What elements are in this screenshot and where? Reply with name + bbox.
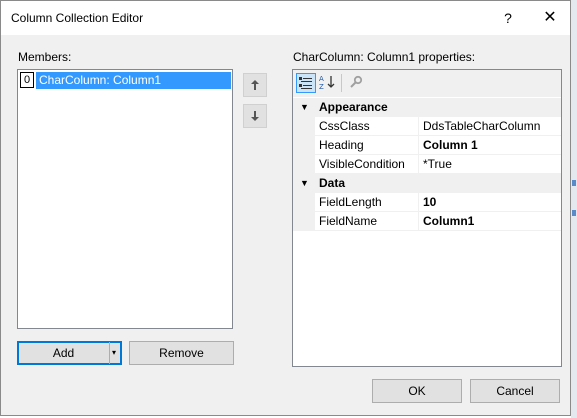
- row-gutter: [293, 117, 315, 136]
- property-row-visiblecondition[interactable]: VisibleCondition *True: [293, 155, 561, 174]
- collapse-icon[interactable]: ▼: [300, 174, 309, 193]
- property-name: FieldLength: [315, 193, 419, 212]
- add-dropdown-button[interactable]: ▾: [109, 342, 122, 364]
- property-name: FieldName: [315, 212, 419, 231]
- categorized-icon: [299, 77, 312, 89]
- toolbar-separator: [341, 74, 342, 92]
- svg-text:Z: Z: [319, 83, 324, 91]
- help-button[interactable]: ?: [491, 1, 525, 35]
- cancel-button[interactable]: Cancel: [470, 379, 560, 403]
- members-list[interactable]: 0 CharColumn: Column1: [17, 69, 233, 329]
- arrow-up-icon: [251, 80, 259, 90]
- property-value[interactable]: DdsTableCharColumn: [419, 117, 561, 136]
- property-value[interactable]: Column 1: [419, 136, 561, 155]
- member-index: 0: [20, 72, 34, 88]
- members-label: Members:: [18, 50, 72, 64]
- column-collection-editor-dialog: Column Collection Editor ? ✕ Members: 0 …: [0, 0, 571, 416]
- category-name: Appearance: [319, 100, 388, 114]
- property-value[interactable]: Column1: [419, 212, 561, 231]
- property-row-fieldlength[interactable]: FieldLength 10: [293, 193, 561, 212]
- property-grid-toolbar: A Z: [293, 70, 561, 97]
- category-row-appearance[interactable]: ▼ Appearance: [293, 98, 561, 117]
- property-pages-button[interactable]: [347, 73, 367, 93]
- property-row-cssclass[interactable]: CssClass DdsTableCharColumn: [293, 117, 561, 136]
- alphabetical-button[interactable]: A Z: [318, 73, 338, 93]
- categorized-button[interactable]: [296, 73, 316, 93]
- background-mark: [572, 210, 576, 216]
- row-gutter: [293, 212, 315, 231]
- property-grid[interactable]: A Z ▼ Appearance CssClass DdsTableCharCo…: [292, 69, 562, 367]
- add-button[interactable]: Add ▾: [17, 341, 122, 365]
- add-button-label[interactable]: Add: [18, 342, 109, 364]
- property-name: Heading: [315, 136, 419, 155]
- property-name: CssClass: [315, 117, 419, 136]
- svg-text:A: A: [319, 75, 324, 83]
- property-pages-icon: [350, 75, 363, 88]
- background-mark: [572, 180, 576, 186]
- row-gutter: [293, 155, 315, 174]
- close-button[interactable]: ✕: [531, 1, 569, 35]
- arrow-down-icon: [251, 111, 259, 121]
- category-row-data[interactable]: ▼ Data: [293, 174, 561, 193]
- move-down-button[interactable]: [243, 104, 267, 128]
- category-name: Data: [319, 176, 346, 190]
- alphabetical-icon: A Z: [319, 75, 335, 91]
- properties-label: CharColumn: Column1 properties:: [293, 50, 476, 64]
- property-name: VisibleCondition: [315, 155, 419, 174]
- remove-button[interactable]: Remove: [129, 341, 234, 365]
- move-up-button[interactable]: [243, 73, 267, 97]
- collapse-icon[interactable]: ▼: [300, 98, 309, 117]
- property-value[interactable]: *True: [419, 155, 561, 174]
- list-item[interactable]: 0 CharColumn: Column1: [20, 72, 231, 89]
- window-title: Column Collection Editor: [11, 11, 144, 25]
- ok-button[interactable]: OK: [372, 379, 462, 403]
- property-value[interactable]: 10: [419, 193, 561, 212]
- chevron-down-icon: ▾: [112, 348, 117, 357]
- member-label: CharColumn: Column1: [36, 72, 231, 89]
- background-window-edge: [571, 0, 577, 418]
- row-gutter: [293, 193, 315, 212]
- property-row-fieldname[interactable]: FieldName Column1: [293, 212, 561, 231]
- row-gutter: [293, 136, 315, 155]
- property-row-heading[interactable]: Heading Column 1: [293, 136, 561, 155]
- title-bar[interactable]: Column Collection Editor ? ✕: [1, 1, 570, 35]
